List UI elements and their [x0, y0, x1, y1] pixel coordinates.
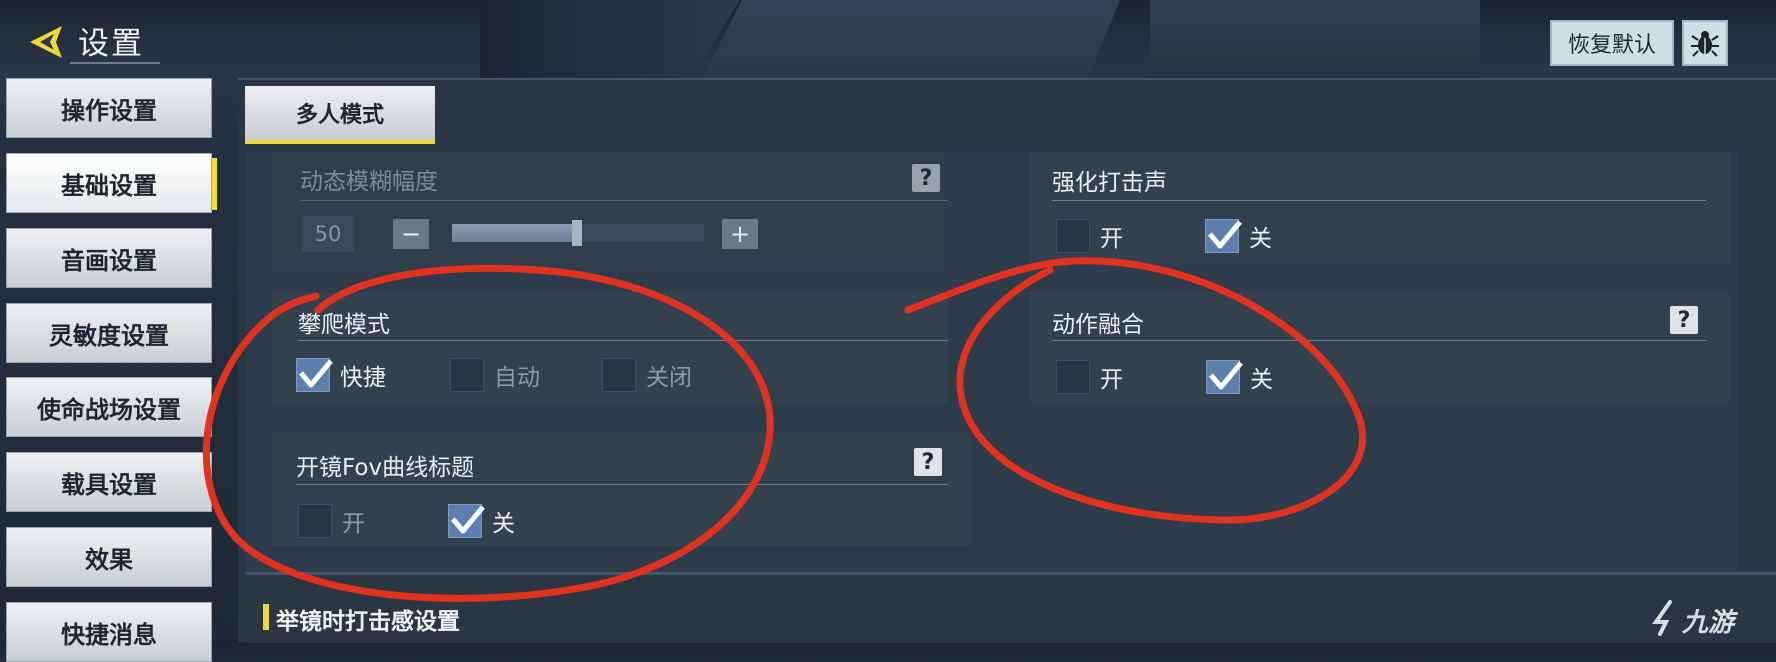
- help-icon[interactable]: ?: [912, 164, 940, 192]
- sidebar-item-controls[interactable]: 操作设置: [6, 78, 212, 138]
- option-label: 开: [342, 511, 365, 537]
- action-blend-off-option[interactable]: 关: [1206, 360, 1273, 394]
- option-label: 自动: [494, 365, 540, 391]
- sidebar-item-sensitivity[interactable]: 灵敏度设置: [6, 303, 212, 363]
- scope-fov-label: 开镜Fov曲线标题: [296, 455, 475, 481]
- title-underline: [70, 62, 160, 64]
- hit-sound-label: 强化打击声: [1052, 170, 1167, 196]
- sidebar-item-effects[interactable]: 效果: [6, 527, 212, 587]
- sidebar-item-basic[interactable]: 基础设置: [6, 153, 217, 213]
- section-marker: [263, 604, 269, 630]
- increase-button[interactable]: +: [722, 219, 758, 249]
- option-label: 开: [1100, 367, 1123, 393]
- sidebar-item-vehicle[interactable]: 载具设置: [6, 452, 212, 512]
- section-title: 举镜时打击感设置: [276, 609, 460, 635]
- checkbox-checked[interactable]: [1206, 360, 1243, 394]
- motion-blur-label: 动态模糊幅度: [300, 169, 438, 195]
- checkbox[interactable]: [450, 358, 484, 392]
- section-bar: [245, 572, 1776, 643]
- check-icon: [451, 505, 485, 534]
- checkbox-checked[interactable]: [296, 358, 333, 392]
- option-label: 关: [1249, 226, 1272, 252]
- tab-multiplayer[interactable]: 多人模式: [245, 86, 435, 144]
- slider-fill: [452, 224, 578, 242]
- help-icon[interactable]: ?: [1670, 306, 1698, 334]
- option-label: 快捷: [340, 365, 386, 391]
- watermark-logo-icon: [1652, 600, 1672, 636]
- sidebar-item-audio-video[interactable]: 音画设置: [6, 228, 212, 288]
- checkbox-checked[interactable]: [1205, 219, 1242, 253]
- option-label: 开: [1100, 226, 1123, 252]
- climb-mode-label: 攀爬模式: [298, 312, 390, 338]
- hit-sound-on-option[interactable]: 开: [1056, 219, 1123, 253]
- action-blend-label: 动作融合: [1052, 312, 1144, 338]
- bug-icon: [1691, 31, 1719, 57]
- checkbox[interactable]: [1056, 360, 1090, 394]
- climb-option-off[interactable]: 关闭: [602, 358, 692, 392]
- divider: [1052, 200, 1706, 201]
- divider: [296, 484, 948, 485]
- decrease-button[interactable]: −: [393, 219, 429, 249]
- divider: [1052, 340, 1706, 341]
- bug-report-button[interactable]: [1682, 20, 1728, 66]
- sidebar-item-quick-messages[interactable]: 快捷消息: [6, 602, 212, 662]
- reset-default-button[interactable]: 恢复默认: [1550, 20, 1674, 66]
- check-icon: [1209, 361, 1243, 390]
- option-label: 关: [492, 511, 515, 537]
- slider-thumb[interactable]: [572, 220, 582, 246]
- sidebar-item-battle-royale[interactable]: 使命战场设置: [6, 377, 212, 437]
- help-icon[interactable]: ?: [914, 448, 942, 476]
- checkbox[interactable]: [602, 358, 636, 392]
- checkbox[interactable]: [1056, 219, 1090, 253]
- background-shape: [480, 0, 740, 82]
- motion-blur-value: 50: [302, 216, 354, 252]
- scope-fov-on-option[interactable]: 开: [298, 504, 365, 538]
- action-blend-on-option[interactable]: 开: [1056, 360, 1123, 394]
- climb-option-quick[interactable]: 快捷: [296, 358, 386, 392]
- divider: [300, 200, 948, 201]
- hit-sound-off-option[interactable]: 关: [1205, 219, 1272, 253]
- background-shape: [700, 0, 1120, 82]
- divider: [298, 340, 948, 341]
- checkbox[interactable]: [298, 504, 332, 538]
- climb-option-auto[interactable]: 自动: [450, 358, 540, 392]
- checkbox-checked[interactable]: [448, 504, 485, 538]
- check-icon: [1208, 220, 1242, 249]
- page-title: 设置: [78, 26, 144, 62]
- option-label: 关: [1250, 367, 1273, 393]
- option-label: 关闭: [646, 365, 692, 391]
- watermark: 九游: [1682, 608, 1735, 638]
- scope-fov-off-option[interactable]: 关: [448, 504, 515, 538]
- back-arrow-icon[interactable]: [26, 22, 66, 62]
- background-shape: [1150, 0, 1480, 82]
- check-icon: [299, 359, 333, 388]
